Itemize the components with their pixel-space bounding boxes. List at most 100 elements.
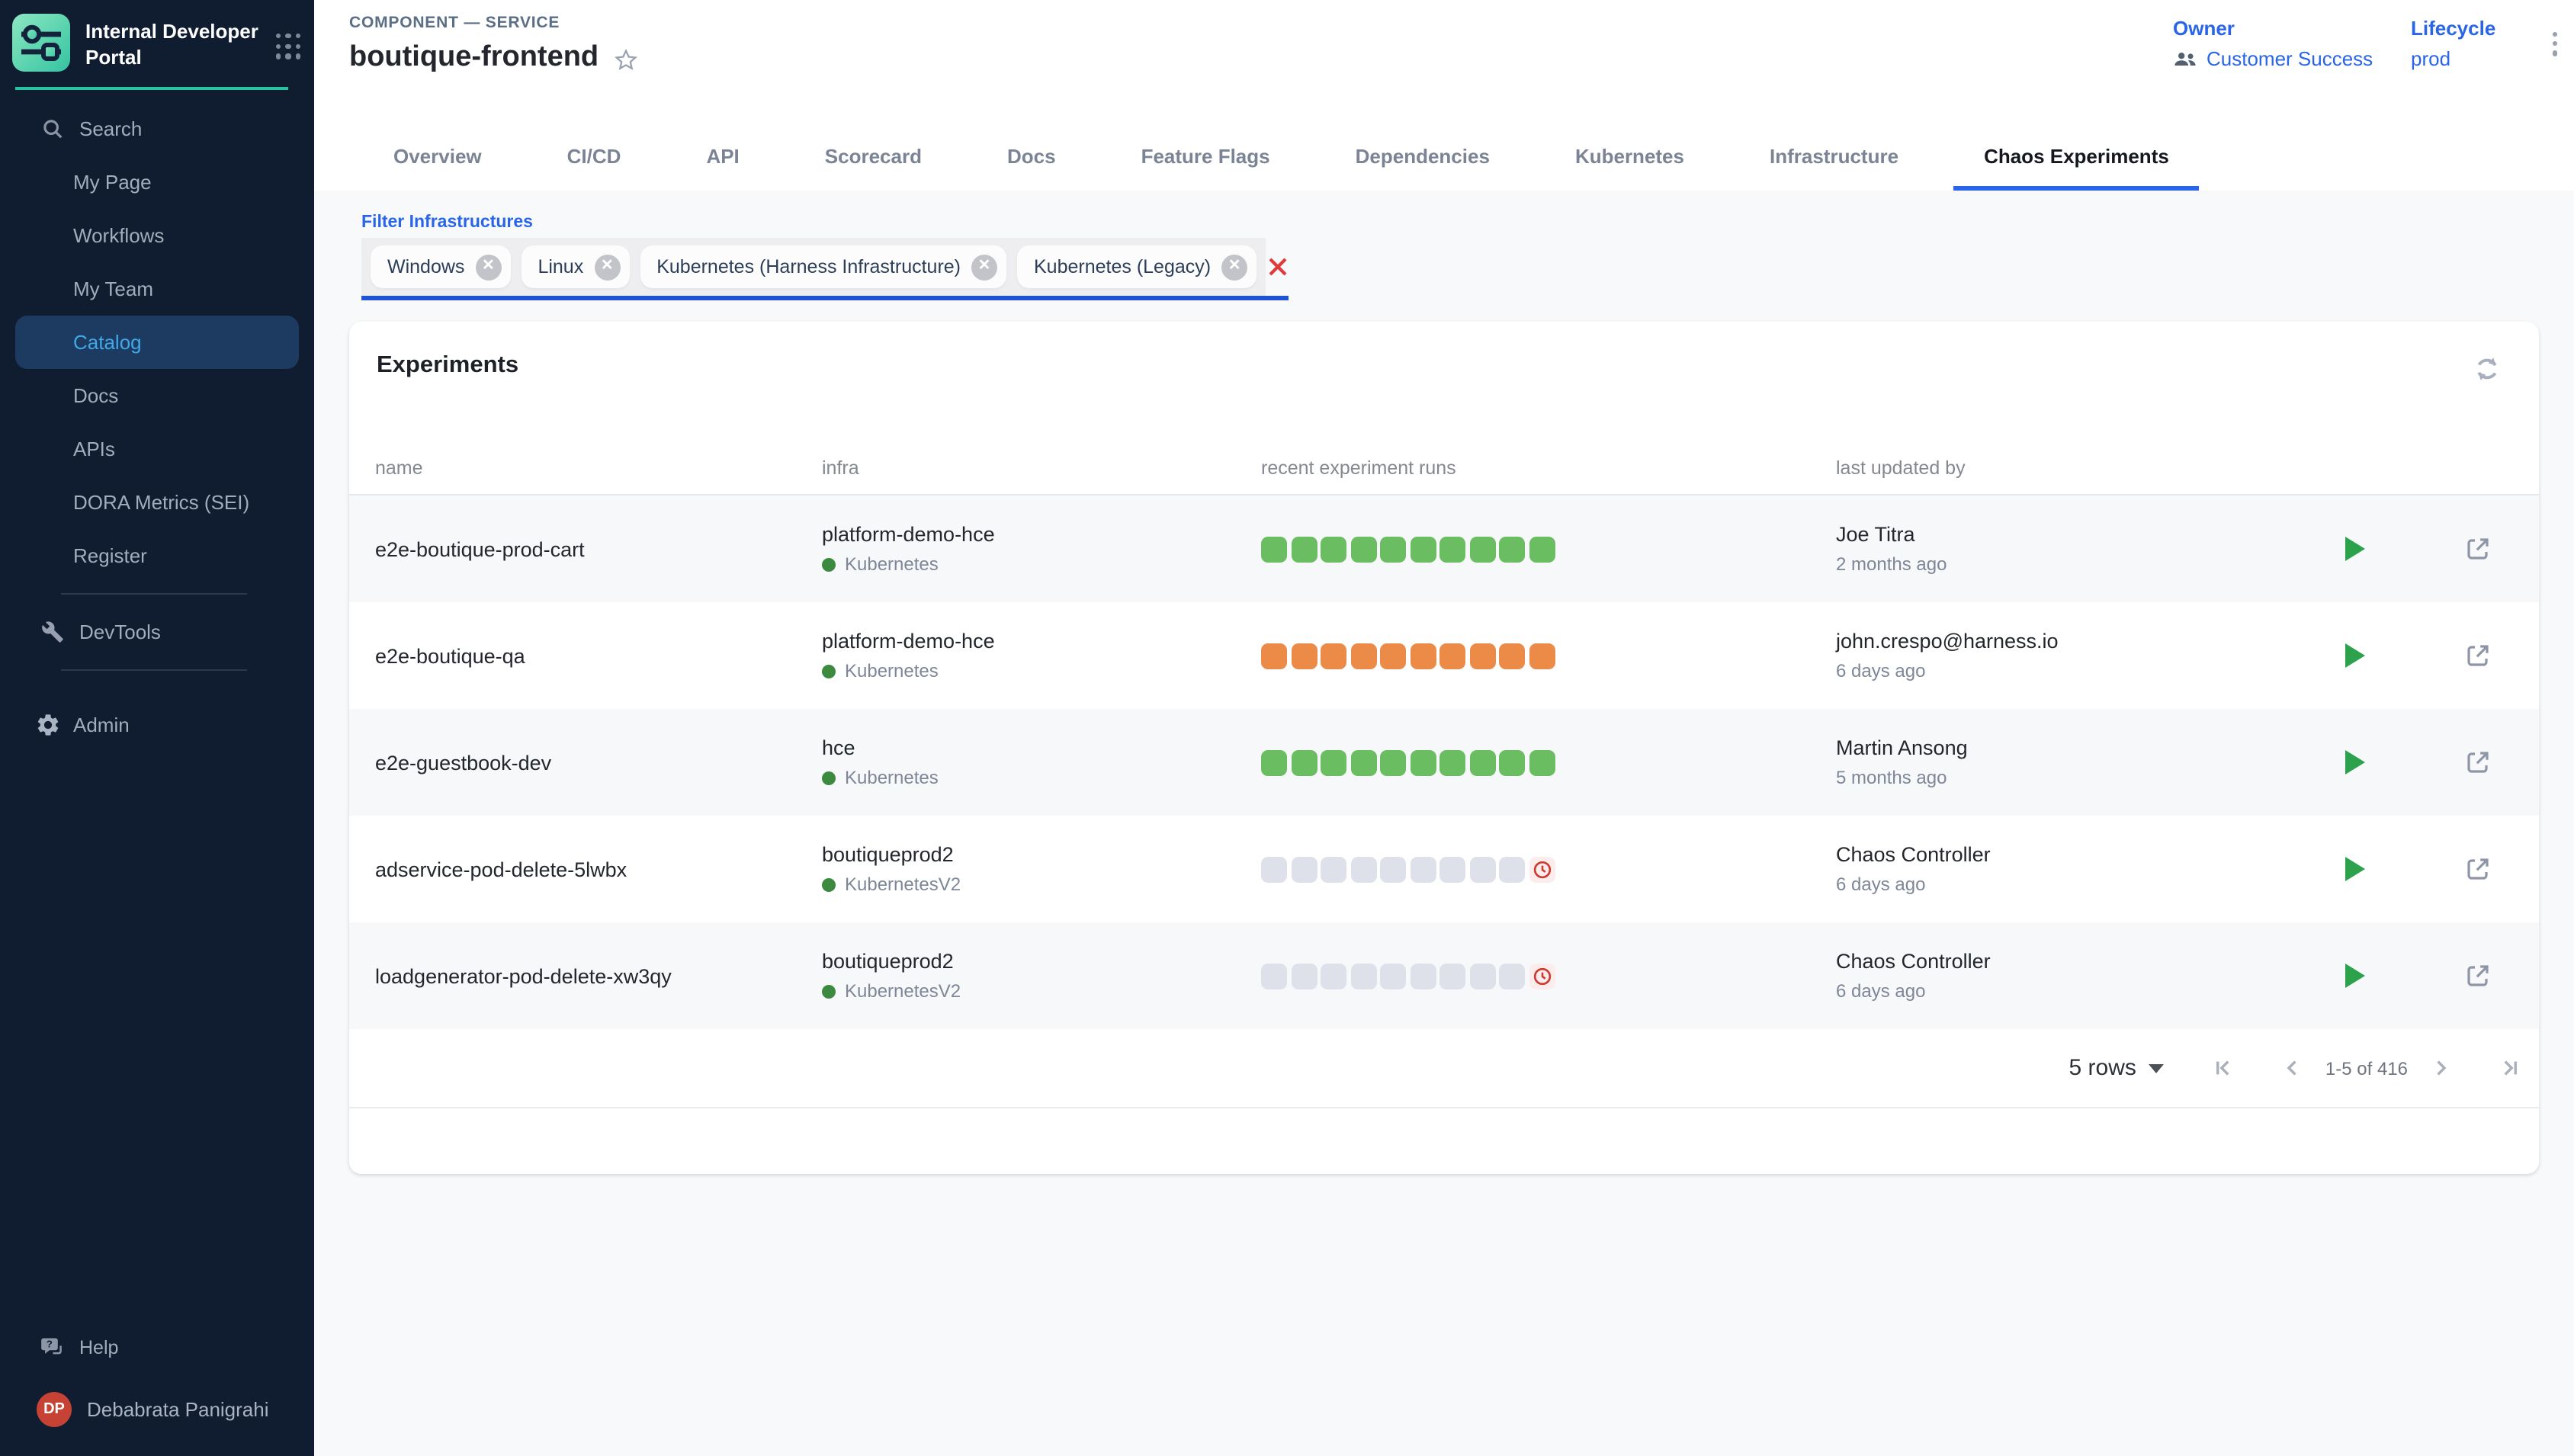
apps-grid-icon[interactable] (276, 34, 302, 59)
clear-filters-icon[interactable] (1266, 238, 1289, 296)
lifecycle-meta: Lifecycle prod (2411, 17, 2495, 70)
status-dot-icon (822, 984, 836, 998)
run-experiment-button[interactable] (2345, 750, 2364, 775)
open-in-new-icon[interactable] (2463, 749, 2491, 776)
chip-remove-icon[interactable]: ✕ (594, 254, 620, 280)
tab-chaos-experiments[interactable]: Chaos Experiments (1941, 120, 2212, 191)
chevron-down-icon (2149, 1063, 2164, 1073)
updated-cell: Chaos Controller 6 days ago (1836, 843, 2293, 895)
page-title: boutique-frontend (349, 41, 599, 75)
run-failed-square (1350, 643, 1376, 669)
run-pending-square (1380, 856, 1406, 882)
tab-api[interactable]: API (663, 120, 782, 191)
sidebar-item-label: Search (79, 117, 142, 140)
experiment-name: loadgenerator-pod-delete-xw3qy (375, 964, 822, 987)
open-in-new-icon[interactable] (2463, 642, 2491, 669)
run-scheduled-clock-icon (1529, 856, 1555, 882)
table-row[interactable]: adservice-pod-delete-5lwbx boutiqueprod2… (349, 816, 2539, 922)
user-name: Debabrata Panigrahi (87, 1397, 269, 1420)
sidebar-item-admin[interactable]: Admin (0, 698, 314, 752)
help-button[interactable]: ? Help (0, 1322, 314, 1374)
chip-remove-icon[interactable]: ✕ (475, 254, 501, 280)
tab-ci-cd[interactable]: CI/CD (525, 120, 664, 191)
sidebar-nav: Search My PageWorkflowsMy TeamCatalogDoc… (0, 102, 314, 752)
recent-runs (1261, 749, 1836, 775)
updated-by: Joe Titra (1836, 523, 2293, 546)
run-experiment-button[interactable] (2345, 643, 2364, 668)
column-header: last updated by (1836, 457, 2293, 479)
sidebar-item-workflows[interactable]: Workflows (0, 209, 314, 262)
sidebar-accent-divider (15, 87, 288, 90)
infra-name: boutiqueprod2 (822, 843, 1261, 866)
previous-page-button[interactable] (2278, 1054, 2307, 1082)
infra-cell: platform-demo-hce Kubernetes (822, 523, 1261, 575)
sidebar-item-devtools[interactable]: DevTools (0, 605, 314, 659)
filter-infrastructures-link[interactable]: Filter Infrastructures (361, 213, 533, 232)
sidebar-item-my-page[interactable]: My Page (0, 156, 314, 209)
tab-infrastructure[interactable]: Infrastructure (1727, 120, 1941, 191)
sidebar-items: My PageWorkflowsMy TeamCatalogDocsAPIsDO… (0, 156, 314, 582)
avatar: DP (37, 1391, 72, 1426)
sidebar-item-docs[interactable]: Docs (0, 369, 314, 422)
harness-idp-logo-icon[interactable] (12, 14, 70, 72)
open-in-new-icon[interactable] (2463, 535, 2491, 563)
recent-runs (1261, 643, 1836, 669)
filter-chip[interactable]: Linux✕ (521, 245, 629, 288)
last-page-button[interactable] (2495, 1054, 2524, 1082)
owner-link[interactable]: Customer Success (2173, 47, 2373, 70)
run-experiment-button[interactable] (2345, 537, 2364, 561)
sidebar-item-apis[interactable]: APIs (0, 422, 314, 476)
infra-type: KubernetesV2 (845, 874, 961, 895)
run-failed-square (1261, 643, 1287, 669)
next-page-button[interactable] (2426, 1054, 2455, 1082)
filter-chip[interactable]: Kubernetes (Harness Infrastructure)✕ (640, 245, 1006, 288)
tab-overview[interactable]: Overview (351, 120, 525, 191)
run-pending-square (1439, 856, 1465, 882)
favorite-star-icon[interactable] (612, 47, 638, 72)
run-passed-square (1469, 536, 1495, 562)
chip-remove-icon[interactable]: ✕ (1221, 254, 1247, 280)
infra-name: boutiqueprod2 (822, 950, 1261, 973)
filter-chip[interactable]: Kubernetes (Legacy) ✕ (1017, 245, 1257, 288)
rows-per-page-select[interactable]: 5 rows (2069, 1055, 2164, 1081)
run-experiment-button[interactable] (2345, 857, 2364, 881)
experiment-name: e2e-boutique-qa (375, 644, 822, 667)
filter-chip[interactable]: Windows✕ (371, 245, 510, 288)
sidebar-item-my-team[interactable]: My Team (0, 262, 314, 316)
tab-feature-flags[interactable]: Feature Flags (1099, 120, 1313, 191)
table-row[interactable]: e2e-boutique-prod-cart platform-demo-hce… (349, 495, 2539, 602)
tab-scorecard[interactable]: Scorecard (782, 120, 964, 191)
table-row[interactable]: e2e-guestbook-dev hce Kubernetes Martin … (349, 709, 2539, 816)
user-menu[interactable]: DP Debabrata Panigrahi (0, 1374, 314, 1444)
sidebar-item-dora-metrics-sei-[interactable]: DORA Metrics (SEI) (0, 476, 314, 529)
filter-chips-field[interactable]: Windows✕ Linux✕ Kubernetes (Harness Infras… (361, 238, 1266, 296)
sidebar-item-register[interactable]: Register (0, 529, 314, 582)
experiments-title: Experiments (377, 352, 518, 380)
run-passed-square (1529, 749, 1555, 775)
sidebar-item-catalog[interactable]: Catalog (15, 316, 299, 369)
lifecycle-label: Lifecycle (2411, 17, 2495, 40)
table-row[interactable]: loadgenerator-pod-delete-xw3qy boutiquep… (349, 922, 2539, 1029)
tab-docs[interactable]: Docs (964, 120, 1099, 191)
first-page-button[interactable] (2210, 1054, 2239, 1082)
column-header: recent experiment runs (1261, 457, 1836, 479)
refresh-icon[interactable] (2472, 354, 2502, 392)
chip-remove-icon[interactable]: ✕ (971, 254, 997, 280)
table-header-row: nameinfrarecent experiment runslast upda… (349, 457, 2539, 495)
column-header: infra (822, 457, 1261, 479)
help-label: Help (79, 1337, 118, 1358)
chip-label: Kubernetes (Legacy) (1034, 256, 1211, 277)
open-in-new-icon[interactable] (2463, 962, 2491, 989)
run-pending-square (1321, 963, 1346, 989)
sidebar-item-search[interactable]: Search (0, 102, 314, 156)
open-in-new-icon[interactable] (2463, 855, 2491, 883)
updated-by: Chaos Controller (1836, 950, 2293, 973)
experiment-name: e2e-boutique-prod-cart (375, 537, 822, 560)
tab-dependencies[interactable]: Dependencies (1313, 120, 1533, 191)
infra-type: KubernetesV2 (845, 980, 961, 1002)
table-row[interactable]: e2e-boutique-qa platform-demo-hce Kubern… (349, 602, 2539, 709)
kebab-menu-icon[interactable] (2547, 26, 2563, 62)
run-experiment-button[interactable] (2345, 964, 2364, 988)
tab-kubernetes[interactable]: Kubernetes (1533, 120, 1727, 191)
run-pending-square (1291, 856, 1317, 882)
